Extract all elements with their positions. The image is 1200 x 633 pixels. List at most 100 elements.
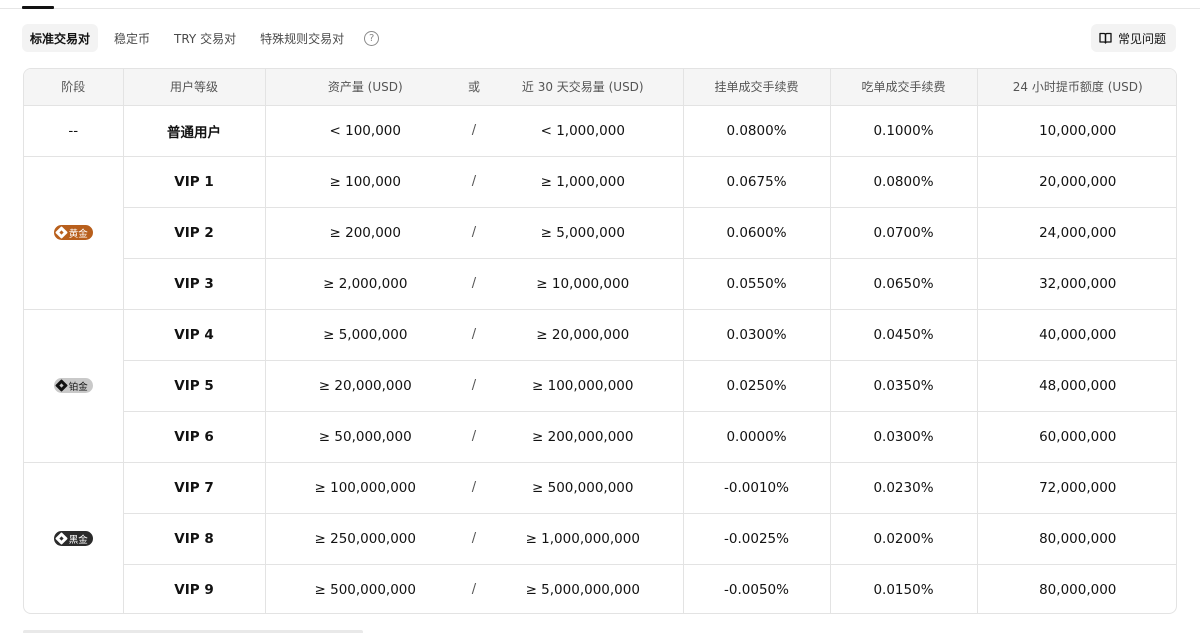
assets-value: ≥ 5,000,000 <box>265 309 465 361</box>
user-level: VIP 6 <box>123 411 266 463</box>
tab-standard-pairs[interactable]: 标准交易对 <box>22 24 99 52</box>
or-separator: / <box>465 156 483 208</box>
assets-value: ≥ 500,000,000 <box>314 581 417 598</box>
taker-fee: 0.0650% <box>830 258 978 310</box>
volume-value: ≥ 100,000,000 <box>483 360 684 412</box>
volume-value: ≥ 5,000,000 <box>483 207 684 259</box>
volume-value: ≥ 200,000,000 <box>483 411 684 463</box>
withdraw-limit: 32,000,000 <box>977 258 1176 310</box>
tab-special-rule-pairs[interactable]: 特殊规则交易对 <box>252 24 352 52</box>
volume-value: ≥ 10,000,000 <box>483 258 684 310</box>
diamond-icon <box>54 379 68 392</box>
black-badge-label: 黑金 <box>68 534 88 546</box>
assets-value: < 100,000 <box>265 105 465 157</box>
taker-fee: 0.0450% <box>830 309 978 361</box>
platinum-badge: 铂金 <box>53 378 93 393</box>
maker-fee: 0.0550% <box>683 258 831 310</box>
vip-fee-table: 阶段 用户等级 资产量 (USD) 或 近 30 天交易量 (USD) 挂单成交… <box>23 68 1177 614</box>
table-row: 黑金 VIP 7 ≥ 100,000,000 / ≥ 500,000,000 -… <box>24 462 1176 613</box>
header-maker-fee: 挂单成交手续费 <box>683 69 831 106</box>
assets-value: ≥ 100,000 <box>265 156 465 208</box>
withdraw-limit: 72,000,000 <box>977 462 1176 514</box>
volume-value: ≥ 1,000,000 <box>483 156 684 208</box>
volume-value: ≥ 5,000,000,000 <box>483 564 684 613</box>
header-30d-volume: 近 30 天交易量 (USD) <box>483 69 684 106</box>
user-level: VIP 7 <box>123 462 266 514</box>
black-badge: 黑金 <box>53 531 93 547</box>
taker-fee: 0.0350% <box>830 360 978 412</box>
or-separator: / <box>465 207 483 259</box>
or-separator: / <box>471 582 477 598</box>
volume-value: ≥ 20,000,000 <box>483 309 684 361</box>
assets-value: ≥ 200,000 <box>265 207 465 259</box>
stage-gold: 黄金 <box>24 156 124 310</box>
header-withdraw-limit: 24 小时提币额度 (USD) <box>977 69 1176 106</box>
diamond-icon <box>54 226 68 239</box>
assets-value: ≥ 50,000,000 <box>265 411 465 463</box>
gold-badge: 黄金 <box>53 225 93 240</box>
user-level: VIP 4 <box>123 309 266 361</box>
diamond-icon <box>54 532 68 546</box>
or-separator: / <box>465 309 483 361</box>
or-separator: / <box>465 105 483 157</box>
table-row: VIP 8 ≥ 250,000,000 / ≥ 1,000,000,000 -0… <box>24 513 1176 565</box>
volume-value: < 1,000,000 <box>483 105 684 157</box>
volume-value: ≥ 500,000,000 <box>483 462 684 514</box>
taker-fee: 0.0800% <box>830 156 978 208</box>
table-row: VIP 6 ≥ 50,000,000 / ≥ 200,000,000 0.000… <box>24 411 1176 463</box>
taker-fee: 0.0200% <box>830 513 978 565</box>
taker-fee: 0.0300% <box>830 411 978 463</box>
user-level: VIP 9 <box>123 564 266 613</box>
header-or: 或 <box>465 69 483 106</box>
question-circle-icon[interactable]: ? <box>364 30 380 46</box>
assets-value: ≥ 20,000,000 <box>265 360 465 412</box>
tab-stablecoin[interactable]: 稳定币 <box>106 24 158 52</box>
maker-fee: -0.0025% <box>683 513 831 565</box>
table-row: VIP 2 ≥ 200,000 / ≥ 5,000,000 0.0600% 0.… <box>24 207 1176 259</box>
assets-value: ≥ 250,000,000 <box>265 513 465 565</box>
header-stage: 阶段 <box>24 69 124 106</box>
stage-black: 黑金 <box>24 462 124 613</box>
user-level: 普通用户 <box>123 105 266 157</box>
withdraw-limit: 60,000,000 <box>977 411 1176 463</box>
user-level: VIP 1 <box>123 156 266 208</box>
book-icon <box>1099 32 1112 44</box>
tab-try-pairs[interactable]: TRY 交易对 <box>166 24 244 52</box>
table-row: 黄金 VIP 1 ≥ 100,000 / ≥ 1,000,000 0.0675%… <box>24 156 1176 310</box>
faq-button[interactable]: 常见问题 <box>1090 24 1176 52</box>
stage-regular: -- <box>24 105 124 157</box>
user-level: VIP 8 <box>123 513 266 565</box>
or-separator: / <box>465 462 483 514</box>
gold-badge-label: 黄金 <box>68 228 88 240</box>
taker-fee: 0.0700% <box>830 207 978 259</box>
withdraw-limit: 48,000,000 <box>977 360 1176 412</box>
maker-fee: -0.0010% <box>683 462 831 514</box>
assets-value: ≥ 2,000,000 <box>265 258 465 310</box>
table-row: VIP 9 ≥ 500,000,000 / ≥ 5,000,000,000 -0… <box>24 564 1176 613</box>
table-row: VIP 3 ≥ 2,000,000 / ≥ 10,000,000 0.0550%… <box>24 258 1176 310</box>
user-level: VIP 3 <box>123 258 266 310</box>
header-user-level: 用户等级 <box>123 69 266 106</box>
maker-fee: 0.0800% <box>683 105 831 157</box>
platinum-badge-label: 铂金 <box>68 381 88 393</box>
table-row: VIP 5 ≥ 20,000,000 / ≥ 100,000,000 0.025… <box>24 360 1176 412</box>
table-row: -- 普通用户 < 100,000 / < 1,000,000 0.0800% … <box>24 105 1176 157</box>
withdraw-limit: 80,000,000 <box>977 513 1176 565</box>
maker-fee: 0.0000% <box>683 411 831 463</box>
maker-fee: 0.0300% <box>683 309 831 361</box>
withdraw-limit: 40,000,000 <box>977 309 1176 361</box>
assets-value: ≥ 100,000,000 <box>265 462 465 514</box>
or-separator: / <box>465 258 483 310</box>
maker-fee: 0.0675% <box>683 156 831 208</box>
or-separator: / <box>465 513 483 565</box>
or-separator: / <box>465 360 483 412</box>
table-header-row: 阶段 用户等级 资产量 (USD) 或 近 30 天交易量 (USD) 挂单成交… <box>24 69 1176 106</box>
taker-fee: 0.0230% <box>830 462 978 514</box>
volume-value: ≥ 1,000,000,000 <box>483 513 684 565</box>
header-taker-fee: 吃单成交手续费 <box>830 69 978 106</box>
user-level: VIP 2 <box>123 207 266 259</box>
maker-fee: 0.0250% <box>683 360 831 412</box>
top-divider <box>0 8 1200 9</box>
taker-fee: 0.0150% <box>830 564 978 613</box>
maker-fee: -0.0050% <box>683 564 831 613</box>
